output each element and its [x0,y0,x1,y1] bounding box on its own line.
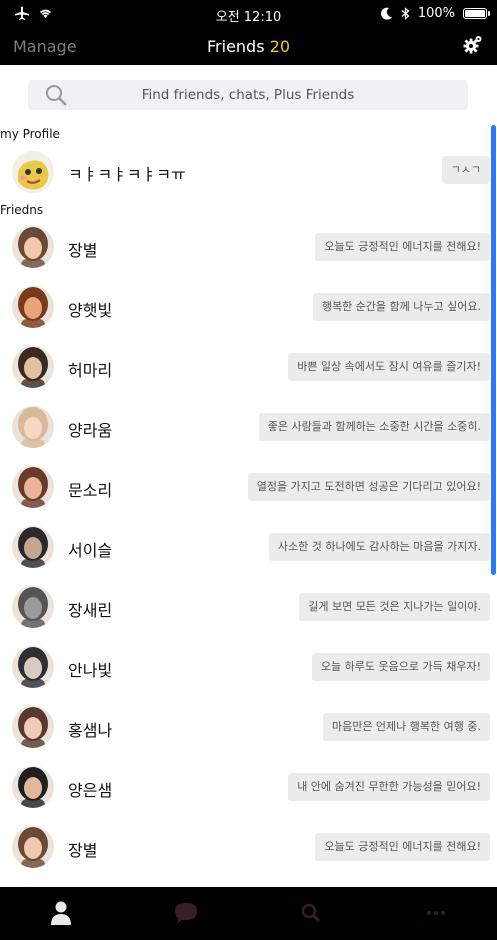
friends-header: Friedns [0,203,44,217]
friend-name: 서이슬 [68,541,113,560]
list-item[interactable]: 장별 오늘도 긍정적인 에너지를 전해요! [0,217,490,277]
list-item[interactable]: 양은샘 내 안에 숨겨진 무한한 가능성을 믿어요! [0,757,490,817]
list-item[interactable]: 서이슬 사소한 것 하나에도 감사하는 마음을 가지자. [0,517,490,577]
avatar [12,151,54,193]
profile-name: ㅋㅑㅋㅑㅋㅑㅋㅠ [68,165,186,184]
friend-status: 마음만은 언제나 행복한 여행 중. [322,713,490,741]
friend-name: 양햇빛 [68,301,113,320]
tab-bar [0,887,497,940]
search-bar[interactable]: Find friends, chats, Plus Friends [28,80,468,110]
page-title: Friends 20 [0,37,497,56]
list-item[interactable]: 문소리 열정을 가지고 도전하면 성공은 기다리고 있어요! [0,457,490,517]
gear-icon[interactable] [463,35,483,55]
friend-name: 장새린 [68,601,113,620]
more-icon[interactable] [422,899,450,927]
friend-status: 내 안에 숨겨진 무한한 가능성을 믿어요! [288,773,490,801]
friend-status: 오늘도 긍정적인 에너지를 전해요! [315,833,490,861]
friend-status: 오늘 하루도 웃음으로 가득 채우자! [311,653,490,681]
scrollbar[interactable] [491,125,496,575]
avatar [12,226,54,268]
friend-name: 홍샘나 [68,721,113,740]
list-item[interactable]: 장별 오늘도 긍정적인 에너지를 전해요! [0,817,490,877]
status-bar: 오전 12:10 100% [0,0,497,28]
avatar [12,406,54,448]
avatar [12,766,54,808]
battery-icon [463,8,490,19]
avatar [12,826,54,868]
friend-status: 오늘도 긍정적인 에너지를 전해요! [315,233,490,261]
list-item[interactable]: 안나빛 오늘 하루도 웃음으로 가득 채우자! [0,637,490,697]
list-item[interactable]: 홍샘나 마음만은 언제나 행복한 여행 중. [0,697,490,757]
search-icon[interactable] [297,899,325,927]
avatar [12,286,54,328]
avatar [12,586,54,628]
search-placeholder: Find friends, chats, Plus Friends [141,87,355,103]
avatar [12,706,54,748]
avatar [12,466,54,508]
friend-name: 장별 [68,841,98,860]
moon-icon [380,7,392,20]
my-profile-header: my Profile [0,127,60,141]
friend-status: 바쁜 일상 속에서도 잠시 여유를 즐기자! [288,353,490,381]
my-profile-row[interactable]: ㅋㅑㅋㅑㅋㅑㅋㅠ ㄱㅅㄱ [0,141,490,201]
friend-name: 문소리 [68,481,113,500]
avatar [12,346,54,388]
friend-status: 사소한 것 하나에도 감사하는 마음을 가지자. [268,533,490,561]
friend-name: 장별 [68,241,98,260]
bluetooth-icon [401,7,410,20]
avatar [12,646,54,688]
status-right: 100% [380,6,490,21]
friend-name: 안나빛 [68,661,113,680]
nav-bar: Manage Friends 20 [0,28,497,65]
friend-name: 양라움 [68,421,113,440]
list-item[interactable]: 양라움 좋은 사람들과 함께하는 소중한 시간을 소중히. [0,397,490,457]
friend-status: 길게 보면 모든 것은 지나가는 일이야. [299,593,490,621]
avatar [12,526,54,568]
profile-status: ㄱㅅㄱ [441,156,490,184]
friend-status: 좋은 사람들과 함께하는 소중한 시간을 소중히. [258,413,490,441]
friend-name: 허마리 [68,361,113,380]
chat-bubble-icon[interactable] [172,899,200,927]
friend-name: 양은샘 [68,781,113,800]
list-item[interactable]: 허마리 바쁜 일상 속에서도 잠시 여유를 즐기자! [0,337,490,397]
page-title-text: Friends [207,37,265,56]
battery-percent: 100% [417,6,455,21]
list-item[interactable]: 장새린 길게 보면 모든 것은 지나가는 일이야. [0,577,490,637]
friend-status: 행복한 순간을 함께 나누고 싶어요. [312,293,490,321]
friend-count: 20 [269,37,290,56]
list-item[interactable]: 양햇빛 행복한 순간을 함께 나누고 싶어요. [0,277,490,337]
friend-status: 열정을 가지고 도전하면 성공은 기다리고 있어요! [247,473,490,501]
person-icon[interactable] [47,899,75,927]
